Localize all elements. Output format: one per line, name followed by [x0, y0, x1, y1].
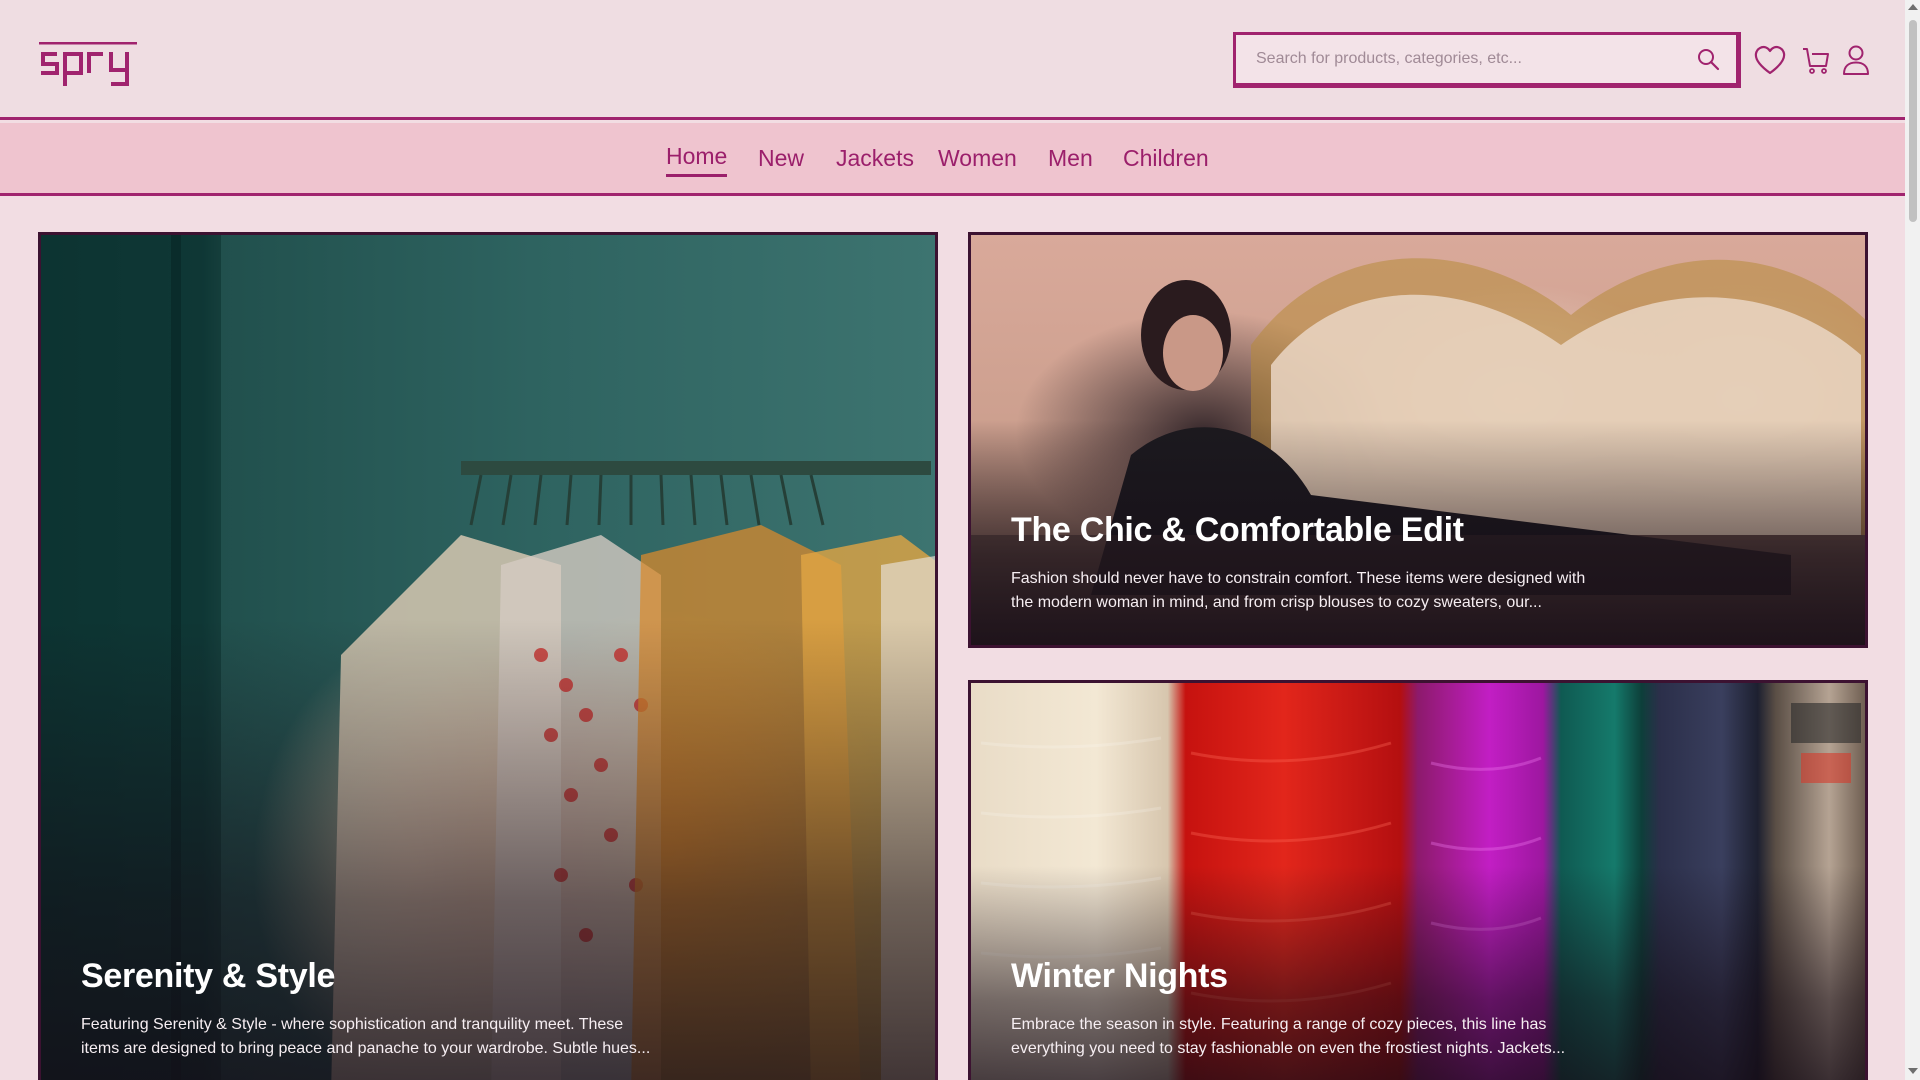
page: Home New Jackets Women Men Children: [0, 0, 1920, 1080]
card-title: Serenity & Style: [81, 957, 336, 995]
account-button[interactable]: [1838, 42, 1874, 78]
heart-icon: [1754, 46, 1786, 75]
nav-item-women[interactable]: Women: [938, 145, 1017, 172]
wishlist-button[interactable]: [1752, 42, 1788, 78]
card-description: Fashion should never have to constrain c…: [1011, 570, 1586, 611]
card-title: Winter Nights: [1011, 957, 1228, 995]
search-bar: [1233, 32, 1741, 88]
scroll-down-arrow-icon[interactable]: [1908, 1068, 1918, 1074]
nav-item-jackets[interactable]: Jackets: [836, 145, 914, 172]
main-nav: Home New Jackets Women Men Children: [0, 123, 1905, 196]
card-overlay: [41, 619, 935, 1080]
nav-list: Home New Jackets Women Men Children: [0, 123, 1905, 193]
vertical-scrollbar[interactable]: [1905, 0, 1920, 1080]
search-input[interactable]: [1236, 35, 1680, 83]
collection-card-serenity[interactable]: Serenity & Style Featuring Serenity & St…: [38, 232, 938, 1080]
card-description: Featuring Serenity & Style - where sophi…: [81, 1016, 651, 1057]
nav-item-children[interactable]: Children: [1123, 145, 1209, 172]
card-description: Embrace the season in style. Featuring a…: [1011, 1016, 1566, 1057]
cart-icon: [1803, 48, 1829, 74]
nav-item-men[interactable]: Men: [1048, 145, 1093, 172]
user-icon: [1843, 45, 1869, 75]
collection-card-winter-nights[interactable]: Winter Nights Embrace the season in styl…: [968, 680, 1868, 1080]
nav-item-new[interactable]: New: [758, 145, 804, 172]
search-icon: [1698, 49, 1720, 71]
scroll-up-arrow-icon[interactable]: [1908, 4, 1918, 10]
collection-card-chic-comfortable[interactable]: The Chic & Comfortable Edit Fashion shou…: [968, 232, 1868, 648]
cart-button[interactable]: [1798, 42, 1834, 78]
nav-item-home[interactable]: Home: [666, 143, 728, 177]
card-title: The Chic & Comfortable Edit: [1011, 511, 1464, 549]
site-header: [0, 0, 1905, 120]
spry-logo[interactable]: [37, 40, 139, 90]
scrollbar-thumb[interactable]: [1909, 20, 1917, 222]
search-button[interactable]: [1680, 35, 1736, 83]
